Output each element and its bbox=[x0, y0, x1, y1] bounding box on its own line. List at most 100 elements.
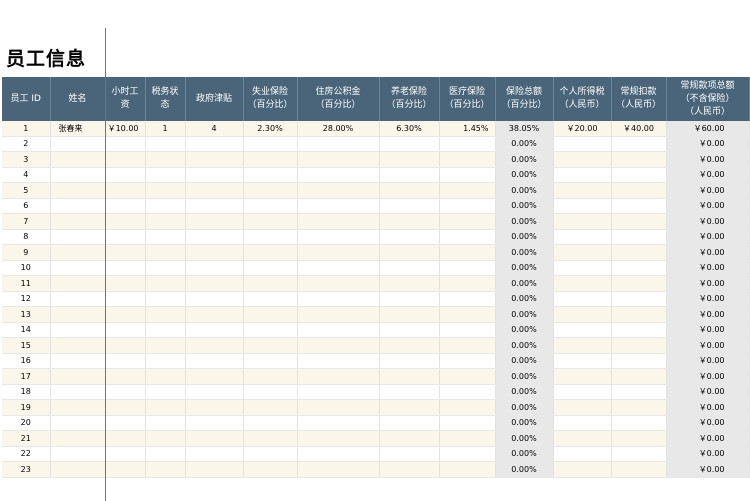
cell-deduction[interactable] bbox=[611, 136, 667, 152]
cell-ins-total[interactable]: 0.00% bbox=[495, 275, 554, 292]
cell-income-tax[interactable] bbox=[553, 399, 612, 416]
cell-medical[interactable] bbox=[439, 322, 496, 338]
cell-income-tax[interactable] bbox=[553, 244, 612, 261]
cell-ins-total[interactable]: 0.00% bbox=[495, 244, 554, 261]
cell-wage[interactable] bbox=[105, 244, 146, 261]
column-header-pension[interactable]: 养老保险 （百分比） bbox=[379, 77, 440, 121]
cell-medical[interactable] bbox=[439, 229, 496, 245]
cell-ins-total[interactable]: 0.00% bbox=[495, 136, 554, 152]
cell-total[interactable]: ￥0.00 bbox=[666, 384, 750, 400]
cell-wage[interactable] bbox=[105, 446, 146, 462]
cell-pension[interactable]: 6.30% bbox=[379, 121, 440, 137]
cell-total[interactable]: ￥0.00 bbox=[666, 353, 750, 369]
cell-medical[interactable] bbox=[439, 446, 496, 462]
cell-allowance[interactable]: 4 bbox=[185, 121, 244, 137]
column-header-ins-total[interactable]: 保险总额 （百分比） bbox=[495, 77, 554, 121]
cell-pension[interactable] bbox=[379, 260, 440, 276]
cell-wage[interactable] bbox=[105, 322, 146, 338]
cell-pension[interactable] bbox=[379, 198, 440, 214]
cell-income-tax[interactable] bbox=[553, 260, 612, 276]
cell-housing[interactable] bbox=[297, 399, 380, 416]
cell-id[interactable]: 7 bbox=[2, 213, 51, 230]
cell-ins-total[interactable]: 0.00% bbox=[495, 353, 554, 369]
cell-allowance[interactable] bbox=[185, 353, 244, 369]
cell-total[interactable]: ￥0.00 bbox=[666, 275, 750, 292]
cell-tax-status[interactable] bbox=[145, 244, 186, 261]
cell-allowance[interactable] bbox=[185, 415, 244, 431]
cell-tax-status[interactable] bbox=[145, 415, 186, 431]
cell-id[interactable]: 19 bbox=[2, 399, 51, 416]
cell-name[interactable] bbox=[50, 306, 106, 323]
cell-unemployment[interactable]: 2.30% bbox=[243, 121, 298, 137]
cell-wage[interactable] bbox=[105, 306, 146, 323]
cell-pension[interactable] bbox=[379, 399, 440, 416]
cell-deduction[interactable] bbox=[611, 337, 667, 354]
cell-pension[interactable] bbox=[379, 322, 440, 338]
cell-allowance[interactable] bbox=[185, 446, 244, 462]
cell-pension[interactable] bbox=[379, 213, 440, 230]
cell-ins-total[interactable]: 0.00% bbox=[495, 151, 554, 168]
cell-income-tax[interactable] bbox=[553, 198, 612, 214]
column-header-name[interactable]: 姓名 bbox=[50, 77, 106, 121]
cell-medical[interactable] bbox=[439, 151, 496, 168]
cell-pension[interactable] bbox=[379, 136, 440, 152]
cell-total[interactable]: ￥0.00 bbox=[666, 446, 750, 462]
cell-unemployment[interactable] bbox=[243, 213, 298, 230]
cell-unemployment[interactable] bbox=[243, 244, 298, 261]
column-header-allowance[interactable]: 政府津贴 bbox=[185, 77, 244, 121]
cell-income-tax[interactable] bbox=[553, 229, 612, 245]
cell-id[interactable]: 12 bbox=[2, 291, 51, 307]
cell-income-tax[interactable] bbox=[553, 136, 612, 152]
cell-total[interactable]: ￥0.00 bbox=[666, 322, 750, 338]
cell-id[interactable]: 17 bbox=[2, 368, 51, 385]
cell-tax-status[interactable] bbox=[145, 461, 186, 478]
cell-medical[interactable] bbox=[439, 244, 496, 261]
cell-allowance[interactable] bbox=[185, 399, 244, 416]
cell-medical[interactable] bbox=[439, 306, 496, 323]
cell-medical[interactable] bbox=[439, 399, 496, 416]
cell-wage[interactable] bbox=[105, 198, 146, 214]
cell-housing[interactable] bbox=[297, 198, 380, 214]
cell-wage[interactable]: ￥10.00 bbox=[105, 121, 146, 137]
cell-name[interactable]: 张春来 bbox=[50, 121, 106, 137]
cell-unemployment[interactable] bbox=[243, 322, 298, 338]
cell-income-tax[interactable] bbox=[553, 275, 612, 292]
cell-ins-total[interactable]: 0.00% bbox=[495, 291, 554, 307]
cell-tax-status[interactable] bbox=[145, 337, 186, 354]
cell-unemployment[interactable] bbox=[243, 291, 298, 307]
cell-allowance[interactable] bbox=[185, 461, 244, 478]
cell-total[interactable]: ￥0.00 bbox=[666, 198, 750, 214]
cell-unemployment[interactable] bbox=[243, 430, 298, 447]
cell-pension[interactable] bbox=[379, 291, 440, 307]
cell-tax-status[interactable] bbox=[145, 167, 186, 183]
cell-deduction[interactable] bbox=[611, 244, 667, 261]
cell-allowance[interactable] bbox=[185, 291, 244, 307]
cell-name[interactable] bbox=[50, 337, 106, 354]
cell-pension[interactable] bbox=[379, 151, 440, 168]
cell-unemployment[interactable] bbox=[243, 151, 298, 168]
column-header-deduction[interactable]: 常规扣款 （人民币） bbox=[611, 77, 667, 121]
cell-id[interactable]: 4 bbox=[2, 167, 51, 183]
cell-unemployment[interactable] bbox=[243, 415, 298, 431]
cell-tax-status[interactable]: 1 bbox=[145, 121, 186, 137]
cell-unemployment[interactable] bbox=[243, 353, 298, 369]
cell-allowance[interactable] bbox=[185, 368, 244, 385]
cell-total[interactable]: ￥0.00 bbox=[666, 260, 750, 276]
cell-name[interactable] bbox=[50, 368, 106, 385]
cell-deduction[interactable] bbox=[611, 461, 667, 478]
cell-pension[interactable] bbox=[379, 182, 440, 199]
cell-wage[interactable] bbox=[105, 461, 146, 478]
cell-housing[interactable]: 28.00% bbox=[297, 121, 380, 137]
cell-wage[interactable] bbox=[105, 430, 146, 447]
cell-unemployment[interactable] bbox=[243, 461, 298, 478]
cell-housing[interactable] bbox=[297, 213, 380, 230]
cell-wage[interactable] bbox=[105, 399, 146, 416]
cell-allowance[interactable] bbox=[185, 167, 244, 183]
column-header-total[interactable]: 常规款项总额 （不含保险） （人民币） bbox=[666, 77, 750, 121]
cell-wage[interactable] bbox=[105, 136, 146, 152]
cell-name[interactable] bbox=[50, 384, 106, 400]
cell-tax-status[interactable] bbox=[145, 182, 186, 199]
cell-tax-status[interactable] bbox=[145, 213, 186, 230]
cell-tax-status[interactable] bbox=[145, 275, 186, 292]
cell-unemployment[interactable] bbox=[243, 167, 298, 183]
